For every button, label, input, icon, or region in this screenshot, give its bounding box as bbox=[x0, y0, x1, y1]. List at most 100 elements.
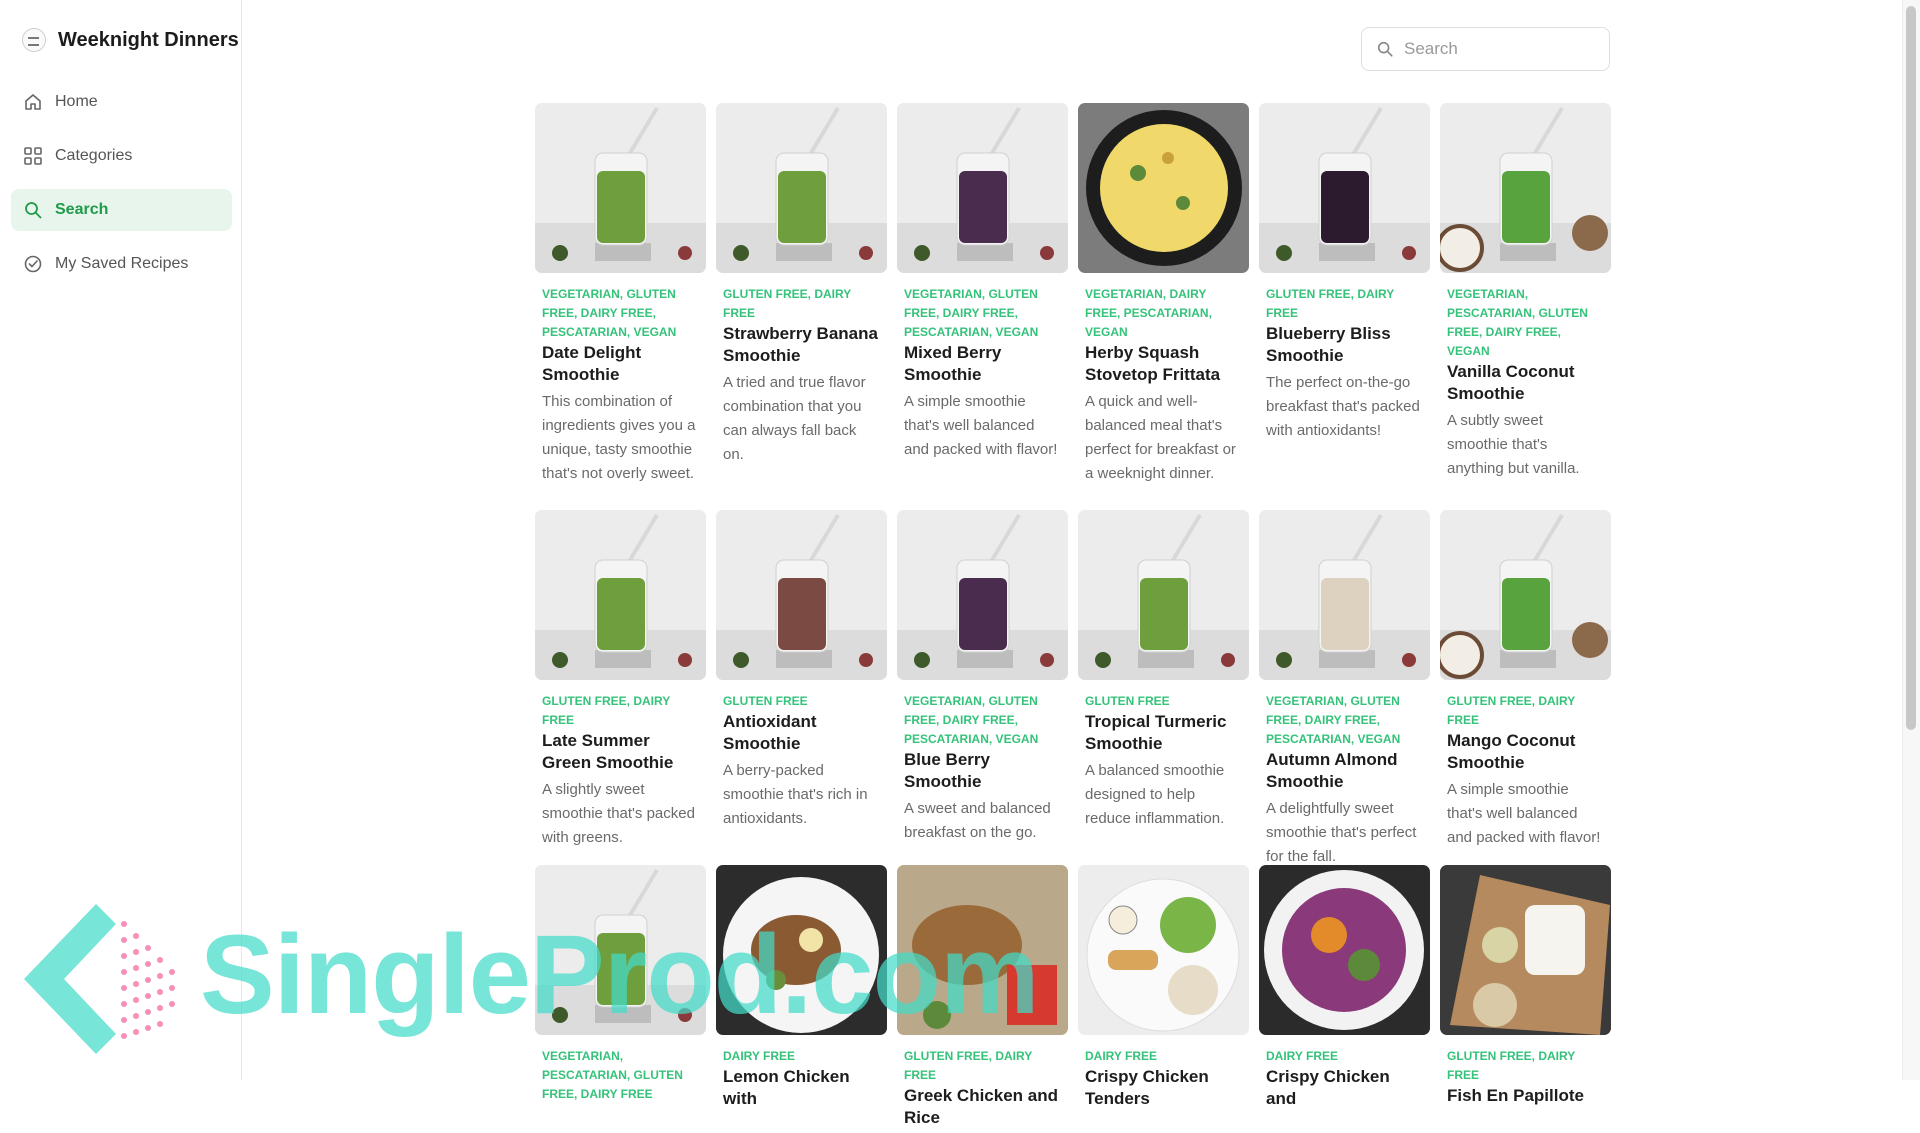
recipe-card[interactable]: GLUTEN FREE, DAIRY FREE Strawberry Banana… bbox=[716, 103, 887, 486]
slaw-photo bbox=[1259, 865, 1430, 1035]
recipe-card[interactable]: DAIRY FREE Crispy Chicken and bbox=[1259, 865, 1430, 1133]
green-smoothie-coconut-photo bbox=[1440, 510, 1611, 680]
recipe-tags: GLUTEN FREE, DAIRY FREE bbox=[1266, 287, 1395, 320]
recipe-card[interactable]: GLUTEN FREE, DAIRY FREE Fish En Papillote bbox=[1440, 865, 1611, 1133]
recipe-title[interactable]: Vanilla Coconut Smoothie bbox=[1447, 361, 1604, 405]
recipe-card[interactable]: GLUTEN FREE Tropical Turmeric Smoothie A b… bbox=[1078, 510, 1249, 869]
app-name: Weeknight Dinners bbox=[58, 28, 239, 51]
recipe-description: A simple smoothie that's well balanced a… bbox=[1447, 781, 1601, 846]
recipe-card[interactable]: GLUTEN FREE, DAIRY FREE Blueberry Bliss S… bbox=[1259, 103, 1430, 486]
sidebar-item-categories[interactable]: Categories bbox=[11, 135, 232, 177]
recipe-image[interactable] bbox=[1259, 865, 1430, 1035]
recipe-title[interactable]: Mango Coconut Smoothie bbox=[1447, 730, 1604, 774]
recipe-image[interactable] bbox=[716, 103, 887, 273]
recipe-title[interactable]: Strawberry Banana Smoothie bbox=[723, 323, 880, 367]
recipe-card[interactable]: VEGETARIAN, GLUTEN FREE, DAIRY FREE, PES… bbox=[535, 103, 706, 486]
recipe-title[interactable]: Crispy Chicken and bbox=[1266, 1066, 1423, 1110]
recipe-image[interactable] bbox=[1440, 103, 1611, 273]
sidebar-item-label: Categories bbox=[55, 147, 133, 164]
recipe-title[interactable]: Antioxidant Smoothie bbox=[723, 711, 880, 755]
recipe-tags: GLUTEN FREE bbox=[1085, 694, 1170, 708]
scrollbar-thumb[interactable] bbox=[1906, 6, 1916, 730]
recipe-title[interactable]: Date Delight Smoothie bbox=[542, 342, 699, 386]
recipe-card[interactable]: VEGETARIAN, PESCATARIAN, GLUTEN FREE, DA… bbox=[1440, 103, 1611, 486]
recipe-image[interactable] bbox=[1259, 103, 1430, 273]
brand-logo-icon bbox=[22, 28, 46, 52]
recipe-title[interactable]: Tropical Turmeric Smoothie bbox=[1085, 711, 1242, 755]
recipe-description: A balanced smoothie designed to help red… bbox=[1085, 762, 1225, 827]
recipe-tags: GLUTEN FREE, DAIRY FREE bbox=[542, 694, 671, 727]
sidebar-nav: Home Categories Search My Saved Recipes bbox=[11, 81, 232, 297]
recipe-tags: GLUTEN FREE, DAIRY FREE bbox=[1447, 694, 1576, 727]
recipe-description: A slightly sweet smoothie that's packed … bbox=[542, 781, 695, 846]
frittata-photo bbox=[1078, 103, 1249, 273]
recipe-title[interactable]: Blue Berry Smoothie bbox=[904, 749, 1061, 793]
recipe-title[interactable]: Autumn Almond Smoothie bbox=[1266, 749, 1423, 793]
recipe-image[interactable] bbox=[1440, 865, 1611, 1035]
recipe-tags: GLUTEN FREE, DAIRY FREE bbox=[904, 1049, 1033, 1082]
recipe-card[interactable]: VEGETARIAN, GLUTEN FREE, DAIRY FREE, PES… bbox=[1259, 510, 1430, 869]
dark-purple-smoothie-photo bbox=[1259, 103, 1430, 273]
recipe-tags: GLUTEN FREE, DAIRY FREE bbox=[1447, 1049, 1576, 1082]
purple-smoothie-photo bbox=[897, 103, 1068, 273]
recipe-tags: DAIRY FREE bbox=[1085, 1049, 1158, 1063]
vertical-scrollbar[interactable] bbox=[1902, 0, 1920, 1080]
search-field[interactable] bbox=[1361, 27, 1610, 71]
watermark-logo-icon bbox=[24, 904, 175, 1054]
recipe-card[interactable]: VEGETARIAN, GLUTEN FREE, DAIRY FREE, PES… bbox=[897, 103, 1068, 486]
check-circle-icon bbox=[24, 255, 42, 273]
recipe-image[interactable] bbox=[1259, 510, 1430, 680]
recipe-image[interactable] bbox=[535, 103, 706, 273]
grid-icon bbox=[24, 147, 42, 165]
recipe-tags: VEGETARIAN, PESCATARIAN, GLUTEN FREE, DA… bbox=[1447, 287, 1588, 358]
recipe-image[interactable] bbox=[1440, 510, 1611, 680]
recipe-title[interactable]: Crispy Chicken Tenders bbox=[1085, 1066, 1242, 1110]
recipe-image[interactable] bbox=[716, 510, 887, 680]
recipe-tags: GLUTEN FREE, DAIRY FREE bbox=[723, 287, 852, 320]
recipe-image[interactable] bbox=[897, 510, 1068, 680]
search-icon bbox=[25, 202, 42, 219]
green-smoothie-photo bbox=[535, 510, 706, 680]
green-smoothie-photo bbox=[535, 103, 706, 273]
recipe-card[interactable]: VEGETARIAN, DAIRY FREE, PESCATARIAN, VEG… bbox=[1078, 103, 1249, 486]
recipe-description: A berry-packed smoothie that's rich in a… bbox=[723, 762, 868, 827]
recipe-title[interactable]: Greek Chicken and Rice bbox=[904, 1085, 1061, 1129]
brand[interactable]: Weeknight Dinners bbox=[22, 28, 239, 52]
recipe-description: A delightfully sweet smoothie that's per… bbox=[1266, 800, 1417, 865]
recipe-card[interactable]: GLUTEN FREE Antioxidant Smoothie A berry-p… bbox=[716, 510, 887, 869]
recipe-card[interactable]: GLUTEN FREE, DAIRY FREE Late Summer Green… bbox=[535, 510, 706, 869]
sidebar-item-search[interactable]: Search bbox=[11, 189, 232, 231]
recipe-image[interactable] bbox=[1078, 865, 1249, 1035]
watermark: SingleProd.com bbox=[24, 904, 1040, 1064]
recipe-title[interactable]: Late Summer Green Smoothie bbox=[542, 730, 699, 774]
recipe-card[interactable]: VEGETARIAN, GLUTEN FREE, DAIRY FREE, PES… bbox=[897, 510, 1068, 869]
recipe-tags: VEGETARIAN, GLUTEN FREE, DAIRY FREE, PES… bbox=[904, 287, 1039, 339]
sidebar-item-my-saved-recipes[interactable]: My Saved Recipes bbox=[11, 243, 232, 285]
recipe-tags: VEGETARIAN, GLUTEN FREE, DAIRY FREE, PES… bbox=[904, 694, 1039, 746]
home-icon bbox=[25, 94, 41, 110]
sidebar-item-home[interactable]: Home bbox=[11, 81, 232, 123]
recipe-title[interactable]: Lemon Chicken with bbox=[723, 1066, 880, 1110]
recipe-description: A sweet and balanced breakfast on the go… bbox=[904, 800, 1051, 841]
recipe-tags: GLUTEN FREE bbox=[723, 694, 808, 708]
brown-smoothie-photo bbox=[716, 510, 887, 680]
recipe-description: The perfect on-the-go breakfast that's p… bbox=[1266, 374, 1420, 439]
search-input[interactable] bbox=[1402, 38, 1606, 60]
recipe-description: This combination of ingredients gives yo… bbox=[542, 393, 696, 482]
recipe-title[interactable]: Herby Squash Stovetop Frittata bbox=[1085, 342, 1242, 386]
recipe-title[interactable]: Blueberry Bliss Smoothie bbox=[1266, 323, 1423, 367]
recipe-card[interactable]: GLUTEN FREE, DAIRY FREE Mango Coconut Smo… bbox=[1440, 510, 1611, 869]
purple-smoothie-photo bbox=[897, 510, 1068, 680]
recipe-image[interactable] bbox=[1078, 510, 1249, 680]
recipe-description: A tried and true flavor combination that… bbox=[723, 374, 866, 463]
recipe-image[interactable] bbox=[1078, 103, 1249, 273]
green-smoothie-photo bbox=[1078, 510, 1249, 680]
recipe-image[interactable] bbox=[897, 103, 1068, 273]
recipe-card[interactable]: DAIRY FREE Crispy Chicken Tenders bbox=[1078, 865, 1249, 1133]
recipe-tags: VEGETARIAN, GLUTEN FREE, DAIRY FREE, PES… bbox=[1266, 694, 1401, 746]
recipe-title[interactable]: Fish En Papillote bbox=[1447, 1085, 1604, 1107]
recipe-image[interactable] bbox=[535, 510, 706, 680]
recipe-title[interactable]: Mixed Berry Smoothie bbox=[904, 342, 1061, 386]
recipe-description: A quick and well-balanced meal that's pe… bbox=[1085, 393, 1236, 482]
green-smoothie-photo bbox=[716, 103, 887, 273]
